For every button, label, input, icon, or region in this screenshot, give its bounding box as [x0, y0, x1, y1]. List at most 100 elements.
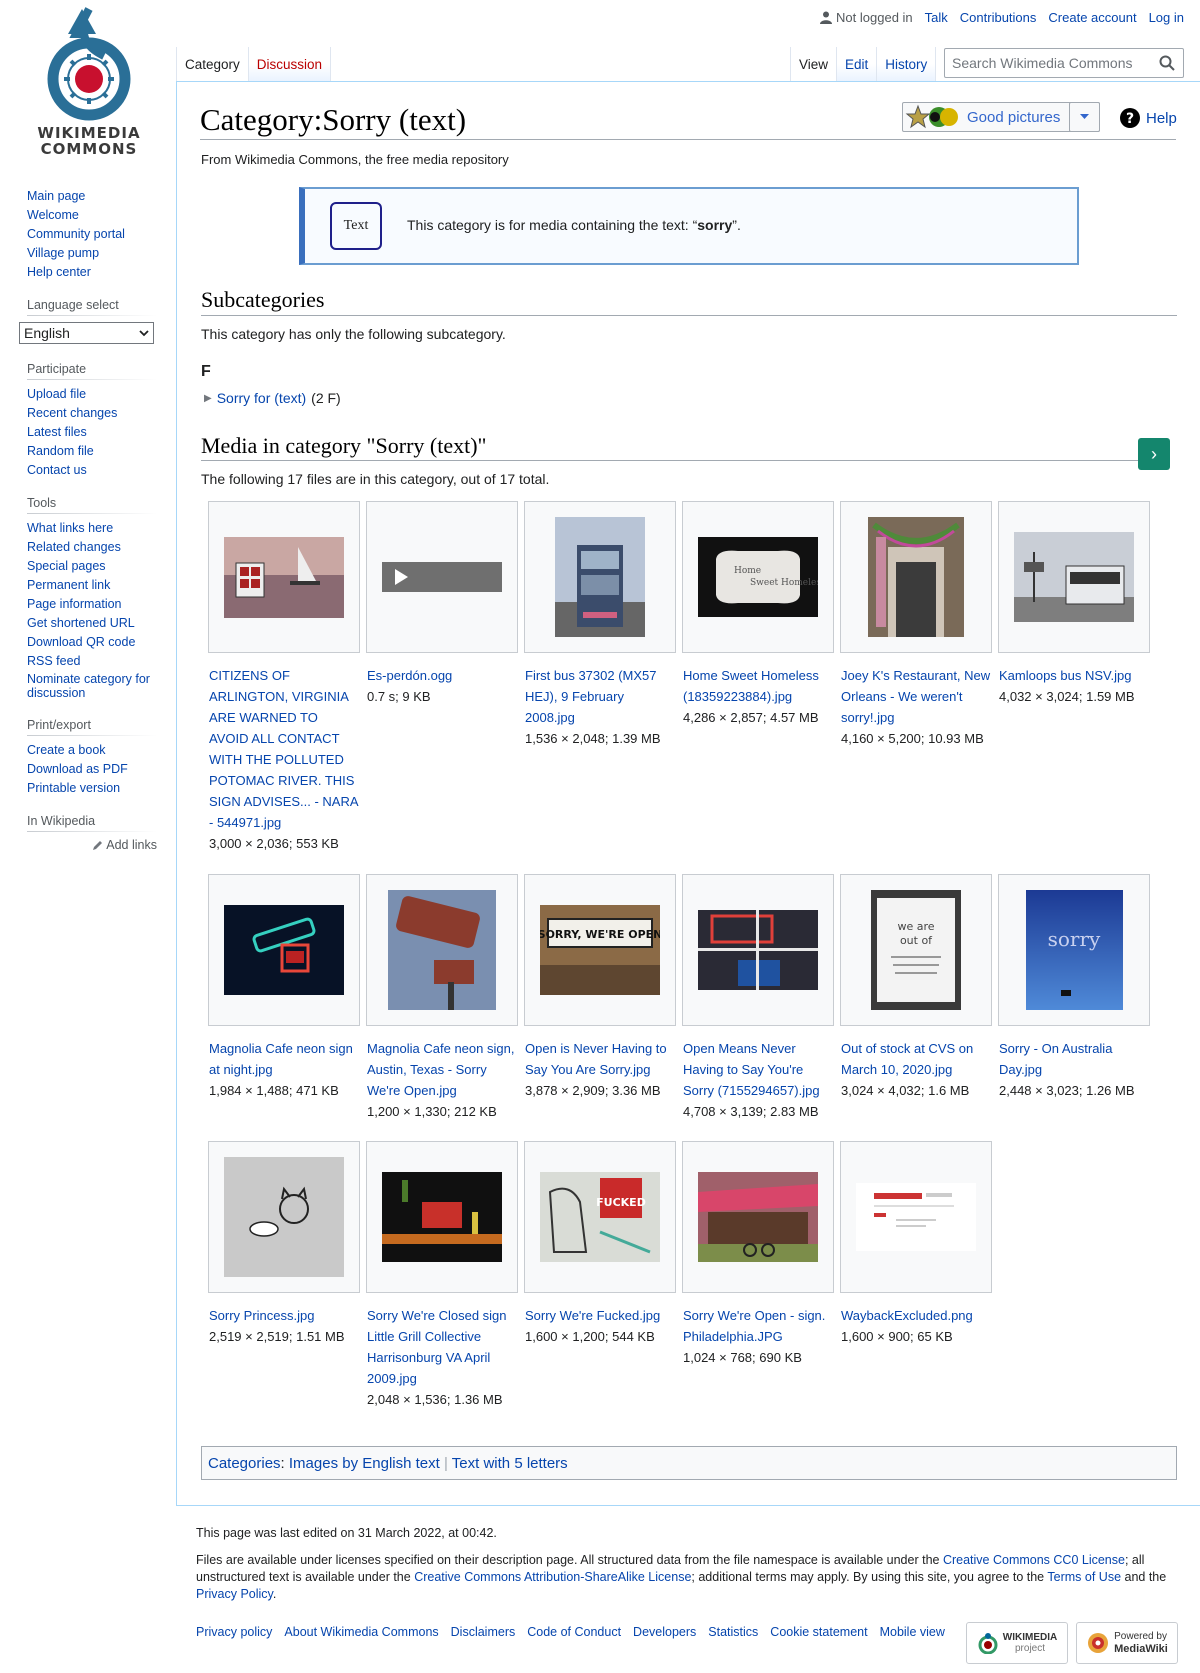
expand-arrow-icon[interactable]: ▶	[204, 393, 212, 404]
terms-of-use-link[interactable]: Terms of Use	[1047, 1570, 1121, 1584]
file-link[interactable]: Sorry Princess.jpg	[209, 1308, 314, 1323]
file-link[interactable]: Sorry We're Fucked.jpg	[525, 1308, 660, 1323]
gallery-thumb[interactable]: we are out of	[840, 874, 992, 1026]
footer-cookie-statement[interactable]: Cookie statement	[770, 1625, 867, 1639]
nav-help-center[interactable]: Help center	[27, 265, 91, 279]
nav-community-portal[interactable]: Community portal	[27, 227, 125, 241]
what-links-here-link[interactable]: What links here	[27, 521, 113, 535]
file-link[interactable]: Out of stock at CVS on March 10, 2020.jp…	[841, 1041, 973, 1077]
file-link[interactable]: Home Sweet Homeless (18359223884).jpg	[683, 668, 819, 704]
page-information-link[interactable]: Page information	[27, 597, 122, 611]
file-link[interactable]: Es-perdón.ogg	[367, 668, 452, 683]
create-book-link[interactable]: Create a book	[27, 743, 106, 757]
file-link[interactable]: WaybackExcluded.png	[841, 1308, 973, 1323]
talk-link[interactable]: Talk	[925, 10, 948, 25]
wikimedia-project-badge[interactable]: WIKIMEDIA project	[966, 1622, 1068, 1664]
powered-by-mediawiki-badge[interactable]: Powered by MediaWiki	[1076, 1622, 1178, 1664]
gallery-thumb[interactable]: FUCKED	[524, 1141, 676, 1293]
categories-label[interactable]: Categories	[208, 1455, 281, 1472]
cc0-license-link[interactable]: Creative Commons CC0 License	[943, 1553, 1125, 1567]
gallery-thumb[interactable]	[208, 874, 360, 1026]
log-in-link[interactable]: Log in	[1149, 10, 1184, 25]
language-select[interactable]: English	[19, 322, 154, 344]
tab-view[interactable]: View	[790, 47, 838, 81]
gallery-thumb[interactable]	[840, 501, 992, 653]
nav-welcome[interactable]: Welcome	[27, 208, 79, 222]
nav-main-page[interactable]: Main page	[27, 189, 85, 203]
file-link[interactable]: Open is Never Having to Say You Are Sorr…	[525, 1041, 667, 1077]
gallery-thumb[interactable]	[208, 1141, 360, 1293]
file-link[interactable]: Kamloops bus NSV.jpg	[999, 668, 1132, 683]
nav-village-pump[interactable]: Village pump	[27, 246, 99, 260]
search-icon[interactable]	[1159, 55, 1175, 71]
tab-discussion[interactable]: Discussion	[248, 47, 332, 81]
gallery-thumb[interactable]	[840, 1141, 992, 1293]
privacy-policy-inline-link[interactable]: Privacy Policy	[196, 1587, 273, 1601]
gallery-caption: Sorry - On Australia Day.jpg 2,448 × 3,0…	[999, 1038, 1149, 1101]
recent-changes-link[interactable]: Recent changes	[27, 406, 117, 420]
not-logged-in: Not logged in	[820, 10, 913, 25]
shortened-url-link[interactable]: Get shortened URL	[27, 616, 135, 630]
gallery-thumb[interactable]	[366, 501, 518, 653]
help-link[interactable]: ? Help	[1120, 108, 1177, 128]
thumbnail-image	[1014, 532, 1134, 622]
printable-version-link[interactable]: Printable version	[27, 781, 120, 795]
footer-statistics[interactable]: Statistics	[708, 1625, 758, 1639]
file-meta: 4,160 × 5,200; 10.93 MB	[841, 731, 984, 746]
rss-feed-link[interactable]: RSS feed	[27, 654, 81, 668]
download-pdf-link[interactable]: Download as PDF	[27, 762, 128, 776]
gallery-thumb[interactable]	[366, 874, 518, 1026]
qr-code-link[interactable]: Download QR code	[27, 635, 135, 649]
gallery-thumb[interactable]: sorry	[998, 874, 1150, 1026]
cc-by-sa-license-link[interactable]: Creative Commons Attribution-ShareAlike …	[414, 1570, 691, 1584]
footer-disclaimers[interactable]: Disclaimers	[451, 1625, 516, 1639]
media-expand-button[interactable]: ›	[1138, 438, 1170, 470]
site-logo[interactable]: WIKIMEDIA COMMONS	[24, 4, 154, 158]
category-link[interactable]: Images by English text	[289, 1455, 440, 1472]
wikimedia-badge-title: WIKIMEDIA	[1002, 1632, 1058, 1643]
file-link[interactable]: Sorry We're Open - sign. Philadelphia.JP…	[683, 1308, 825, 1344]
gallery-thumb[interactable]	[208, 501, 360, 653]
good-pictures-dropdown[interactable]	[1069, 102, 1100, 132]
upload-file-link[interactable]: Upload file	[27, 387, 86, 401]
gallery-thumb[interactable]: Home Sweet Homeless	[682, 501, 834, 653]
contact-us-link[interactable]: Contact us	[27, 463, 87, 477]
permanent-link[interactable]: Permanent link	[27, 578, 110, 592]
gallery-thumb[interactable]: SORRY, WE'RE OPEN	[524, 874, 676, 1026]
search-input[interactable]: Search Wikimedia Commons	[944, 48, 1184, 78]
nominate-category-link[interactable]: Nominate category for discussion	[27, 672, 150, 700]
add-links[interactable]: Add links	[27, 838, 157, 852]
file-link[interactable]: Sorry - On Australia Day.jpg	[999, 1041, 1112, 1077]
footer-privacy-policy[interactable]: Privacy policy	[196, 1625, 272, 1639]
gallery-thumb[interactable]	[366, 1141, 518, 1293]
tab-category[interactable]: Category	[176, 47, 249, 81]
file-link[interactable]: Magnolia Cafe neon sign at night.jpg	[209, 1041, 353, 1077]
tab-edit[interactable]: Edit	[837, 47, 878, 81]
svg-text:Sweet Homeless: Sweet Homeless	[750, 578, 818, 588]
special-pages-link[interactable]: Special pages	[27, 559, 106, 573]
gallery-thumb[interactable]	[998, 501, 1150, 653]
file-link[interactable]: Magnolia Cafe neon sign, Austin, Texas -…	[367, 1041, 514, 1098]
latest-files-link[interactable]: Latest files	[27, 425, 87, 439]
file-link[interactable]: CITIZENS OF ARLINGTON, VIRGINIA ARE WARN…	[209, 668, 358, 830]
gallery-thumb[interactable]	[524, 501, 676, 653]
file-link[interactable]: Joey K's Restaurant, New Orleans - We we…	[841, 668, 990, 725]
gallery-thumb[interactable]	[682, 874, 834, 1026]
file-link[interactable]: Sorry We're Closed sign Little Grill Col…	[367, 1308, 507, 1386]
create-account-link[interactable]: Create account	[1048, 10, 1136, 25]
gallery-caption: Sorry Princess.jpg 2,519 × 2,519; 1.51 M…	[209, 1305, 359, 1347]
footer-developers[interactable]: Developers	[633, 1625, 696, 1639]
random-file-link[interactable]: Random file	[27, 444, 94, 458]
media-heading: Media in category "Sorry (text)"	[201, 433, 487, 458]
related-changes-link[interactable]: Related changes	[27, 540, 121, 554]
file-link[interactable]: Open Means Never Having to Say You're So…	[683, 1041, 820, 1098]
gallery-thumb[interactable]	[682, 1141, 834, 1293]
contributions-link[interactable]: Contributions	[960, 10, 1037, 25]
file-link[interactable]: First bus 37302 (MX57 HEJ), 9 February 2…	[525, 668, 657, 725]
subcategory-link[interactable]: Sorry for (text)	[217, 390, 306, 406]
category-link[interactable]: Text with 5 letters	[452, 1455, 568, 1472]
footer-about[interactable]: About Wikimedia Commons	[284, 1625, 438, 1639]
tab-history[interactable]: History	[877, 47, 937, 81]
footer-mobile-view[interactable]: Mobile view	[880, 1625, 945, 1639]
footer-code-of-conduct[interactable]: Code of Conduct	[527, 1625, 621, 1639]
